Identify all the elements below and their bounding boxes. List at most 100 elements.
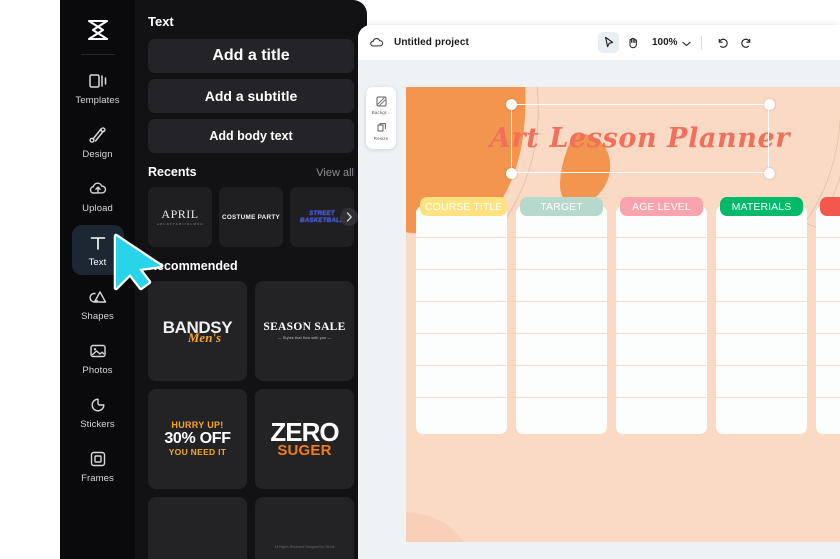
sidebar-item-photos[interactable]: Photos: [72, 333, 124, 383]
sidebar-label-frames: Frames: [81, 473, 114, 484]
recommended-item-line3: YOU NEED IT: [168, 446, 227, 457]
sidebar-item-frames[interactable]: Frames: [72, 441, 124, 491]
column-card[interactable]: [816, 206, 840, 434]
sidebar-item-templates[interactable]: Templates: [72, 63, 124, 113]
column-card[interactable]: [516, 206, 607, 434]
stickers-icon: [87, 394, 109, 416]
sidebar-item-upload[interactable]: Upload: [72, 171, 124, 221]
text-t-icon: [87, 232, 109, 254]
recent-item[interactable]: APRIL A B C D E F G H I J K L M N O: [148, 187, 212, 247]
sidebar-item-shapes[interactable]: Shapes: [72, 279, 124, 329]
resize-handle-top-left[interactable]: [505, 98, 517, 110]
table-column[interactable]: TARGET: [516, 197, 607, 507]
table-column[interactable]: COURSE TITLE: [416, 197, 508, 507]
recommended-item[interactable]: [148, 497, 247, 559]
rail-divider: [80, 54, 115, 55]
recommended-item-line2: — Styles that flow with you —: [277, 335, 332, 340]
canvas-side-dock: Backgr... Resize: [366, 87, 396, 149]
sidebar-label-design: Design: [82, 149, 113, 160]
hand-tool-button[interactable]: [622, 32, 643, 53]
chevron-down-icon: [682, 34, 691, 52]
photos-image-icon: [87, 340, 109, 362]
title-text-object[interactable]: Art Lesson Planner: [490, 98, 789, 179]
resize-handle-top-right[interactable]: [763, 98, 775, 110]
column-header-target[interactable]: TARGET: [520, 197, 603, 216]
resize-handle-bottom-right[interactable]: [763, 167, 775, 179]
resize-button[interactable]: Resize: [366, 118, 396, 144]
chevron-right-icon[interactable]: [340, 208, 358, 226]
toolbar-divider: [700, 35, 702, 50]
recents-header: Recents View all: [148, 165, 354, 179]
recommended-title: Recommended: [148, 259, 238, 273]
sidebar-item-design[interactable]: Design: [72, 117, 124, 167]
recommended-item[interactable]: ZERO SUGER: [255, 389, 354, 489]
recommended-item[interactable]: All Rights Reserved Designed by TikTok: [255, 497, 354, 559]
project-name[interactable]: Untitled project: [394, 37, 469, 48]
canvas-tools: 100%: [598, 25, 757, 60]
column-header-materials[interactable]: MATERIALS: [720, 197, 803, 216]
shapes-icon: [87, 286, 109, 308]
zoom-value: 100%: [652, 37, 678, 48]
zoom-control[interactable]: 100%: [652, 34, 691, 52]
recommended-item-line1: All Rights Reserved Designed by TikTok: [274, 545, 335, 549]
background-icon: [376, 95, 387, 108]
add-body-text-button[interactable]: Add body text: [148, 119, 354, 153]
column-card[interactable]: [616, 206, 707, 434]
app-root: Templates Design Upload Text Shapes Phot…: [0, 0, 840, 559]
design-icon: [87, 124, 109, 146]
sidebar-item-stickers[interactable]: Stickers: [72, 387, 124, 437]
recent-item-sub: A B C D E F G H I J K L M N O: [157, 223, 203, 227]
resize-icon: [376, 121, 387, 134]
recommended-item-line2: SUGER: [277, 442, 332, 460]
resize-handle-bottom-left[interactable]: [505, 167, 517, 179]
planner-table: COURSE TITLE TARGET AGE LEVEL MATERIALS: [416, 197, 840, 507]
recommended-item-line1: SEASON SALE: [263, 321, 346, 334]
table-column[interactable]: MATERIALS: [716, 197, 807, 507]
recommended-item[interactable]: BANDSY Men's: [148, 281, 247, 381]
sidebar-item-text[interactable]: Text: [71, 225, 124, 275]
table-column[interactable]: STEPS: [816, 197, 840, 507]
column-header-age-level[interactable]: AGE LEVEL: [620, 197, 703, 216]
background-button[interactable]: Backgr...: [366, 92, 396, 118]
text-panel: Text Add a title Add a subtitle Add body…: [135, 0, 367, 559]
recents-title: Recents: [148, 165, 197, 179]
column-card[interactable]: [716, 206, 807, 434]
background-label: Backgr...: [371, 110, 391, 115]
add-a-title-button[interactable]: Add a title: [148, 39, 354, 73]
recommended-grid: BANDSY Men's SEASON SALE — Styles that f…: [148, 281, 354, 559]
cloud-save-icon[interactable]: [369, 36, 384, 49]
recents-view-all-link[interactable]: View all: [316, 167, 354, 179]
artboard[interactable]: Art Lesson Planner COURSE TITLE TARGET A…: [406, 87, 840, 542]
table-column[interactable]: AGE LEVEL: [616, 197, 707, 507]
editor-window: Untitled project 100% Backgr... Resize A…: [358, 25, 840, 559]
capcut-logo-icon[interactable]: [78, 10, 118, 50]
recommended-item-line2: 30% OFF: [164, 429, 231, 447]
selection-box: [511, 104, 769, 173]
recent-item[interactable]: COSTUME PARTY: [219, 187, 283, 247]
upload-cloud-icon: [87, 178, 109, 200]
resize-label: Resize: [373, 136, 389, 141]
recommended-item[interactable]: SEASON SALE — Styles that flow with you …: [255, 281, 354, 381]
column-header-steps[interactable]: STEPS: [820, 197, 840, 216]
recommended-item[interactable]: HURRY UP! 30% OFF YOU NEED IT: [148, 389, 247, 489]
add-a-subtitle-button[interactable]: Add a subtitle: [148, 79, 354, 113]
recent-item-label: COSTUME PARTY: [221, 213, 280, 221]
templates-icon: [87, 70, 109, 92]
column-card[interactable]: [416, 206, 507, 434]
frames-icon: [87, 448, 109, 470]
panel-title: Text: [148, 14, 174, 29]
left-navigation-rail: Templates Design Upload Text Shapes Phot…: [60, 0, 135, 559]
sidebar-label-text: Text: [88, 257, 107, 268]
recommended-header: Recommended: [148, 259, 354, 273]
editor-toolbar: Untitled project 100%: [358, 25, 840, 60]
column-header-course-title[interactable]: COURSE TITLE: [420, 197, 508, 216]
redo-button[interactable]: [736, 32, 757, 53]
undo-button[interactable]: [712, 32, 733, 53]
sidebar-label-photos: Photos: [82, 365, 113, 376]
recent-item-label: APRIL: [161, 206, 199, 221]
sidebar-label-upload: Upload: [82, 203, 113, 214]
sidebar-label-stickers: Stickers: [80, 419, 115, 430]
sidebar-label-templates: Templates: [75, 95, 120, 106]
canvas-stage[interactable]: Backgr... Resize Art Lesson Planner COUR…: [358, 60, 840, 559]
select-tool-button[interactable]: [598, 32, 619, 53]
